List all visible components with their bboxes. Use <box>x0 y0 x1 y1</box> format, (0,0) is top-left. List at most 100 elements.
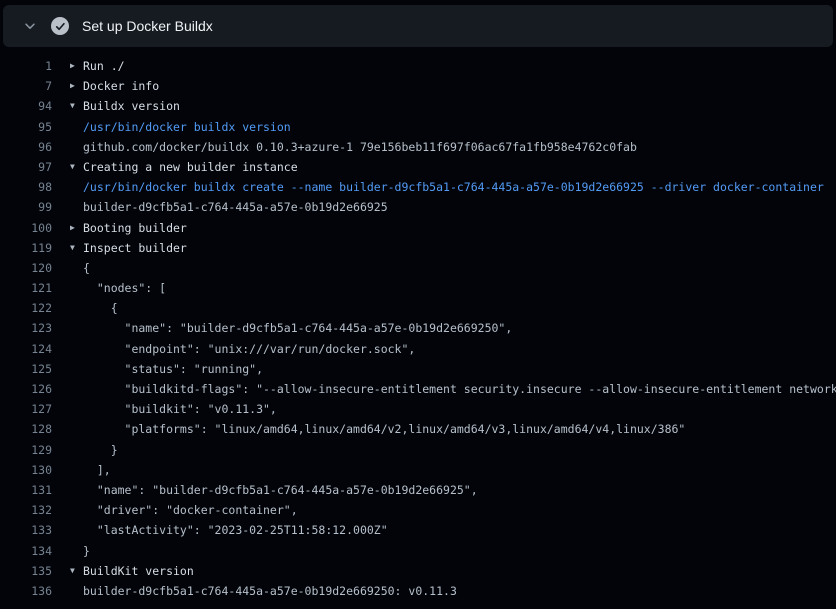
line-number[interactable]: 125 <box>0 359 52 379</box>
log-text: "name": "builder-d9cfb5a1-c764-445a-a57e… <box>83 318 512 338</box>
line-number[interactable]: 128 <box>0 419 52 439</box>
triangle-right-icon[interactable]: ▶ <box>70 76 83 96</box>
log-line[interactable]: 98 /usr/bin/docker buildx create --name … <box>0 177 836 197</box>
line-number[interactable]: 96 <box>0 137 52 157</box>
log-text: "buildkit": "v0.11.3", <box>83 399 277 419</box>
line-number[interactable]: 132 <box>0 500 52 520</box>
group-toggle-icon <box>70 278 83 298</box>
group-toggle-icon <box>70 399 83 419</box>
log-line[interactable]: 122 { <box>0 298 836 318</box>
log-line[interactable]: 128 "platforms": "linux/amd64,linux/amd6… <box>0 419 836 439</box>
line-number[interactable]: 127 <box>0 399 52 419</box>
triangle-down-icon[interactable]: ▼ <box>70 157 83 177</box>
log-line[interactable]: 7 ▶ Docker info <box>0 76 836 96</box>
group-toggle-icon <box>70 440 83 460</box>
log-line[interactable]: 121 "nodes": [ <box>0 278 836 298</box>
group-toggle-icon <box>70 117 83 137</box>
line-number[interactable]: 129 <box>0 440 52 460</box>
log-line[interactable]: 119 ▼ Inspect builder <box>0 238 836 258</box>
line-number[interactable]: 95 <box>0 117 52 137</box>
log-line[interactable]: 96 github.com/docker/buildx 0.10.3+azure… <box>0 137 836 157</box>
line-number[interactable]: 136 <box>0 581 52 601</box>
group-toggle-icon <box>70 460 83 480</box>
line-number[interactable]: 123 <box>0 318 52 338</box>
triangle-right-icon[interactable]: ▶ <box>70 56 83 76</box>
line-number[interactable]: 134 <box>0 541 52 561</box>
log-line[interactable]: 123 "name": "builder-d9cfb5a1-c764-445a-… <box>0 318 836 338</box>
group-toggle-icon <box>70 500 83 520</box>
line-number[interactable]: 135 <box>0 561 52 581</box>
log-line[interactable]: 100 ▶ Booting builder <box>0 218 836 238</box>
log-line[interactable]: 99 builder-d9cfb5a1-c764-445a-a57e-0b19d… <box>0 197 836 217</box>
line-number[interactable]: 124 <box>0 339 52 359</box>
line-number[interactable]: 99 <box>0 197 52 217</box>
group-toggle-icon <box>70 318 83 338</box>
group-toggle-icon <box>70 177 83 197</box>
line-number[interactable]: 131 <box>0 480 52 500</box>
log-line[interactable]: 133 "lastActivity": "2023-02-25T11:58:12… <box>0 520 836 540</box>
group-toggle-icon <box>70 419 83 439</box>
line-number[interactable]: 126 <box>0 379 52 399</box>
chevron-down-icon[interactable] <box>22 18 38 34</box>
log-line[interactable]: 97 ▼ Creating a new builder instance <box>0 157 836 177</box>
log-line[interactable]: 124 "endpoint": "unix:///var/run/docker.… <box>0 339 836 359</box>
log-text: { <box>83 298 118 318</box>
log-text: ], <box>83 460 111 480</box>
group-toggle-icon <box>70 581 83 601</box>
group-toggle-icon <box>70 359 83 379</box>
log-line[interactable]: 130 ], <box>0 460 836 480</box>
log-text: "driver": "docker-container", <box>83 500 298 520</box>
log-line[interactable]: 135 ▼ BuildKit version <box>0 561 836 581</box>
triangle-down-icon[interactable]: ▼ <box>70 238 83 258</box>
log-viewer: 1 ▶ Run ./ 7 ▶ Docker info 94 ▼ Buildx v… <box>0 47 836 601</box>
line-number[interactable]: 120 <box>0 258 52 278</box>
log-text: "buildkitd-flags": "--allow-insecure-ent… <box>83 379 836 399</box>
line-number[interactable]: 122 <box>0 298 52 318</box>
group-toggle-icon <box>70 197 83 217</box>
log-text: Creating a new builder instance <box>83 157 298 177</box>
group-toggle-icon <box>70 480 83 500</box>
log-line[interactable]: 129 } <box>0 440 836 460</box>
log-text: } <box>83 440 118 460</box>
line-number[interactable]: 98 <box>0 177 52 197</box>
log-line[interactable]: 120 { <box>0 258 836 278</box>
line-number[interactable]: 100 <box>0 218 52 238</box>
log-line[interactable]: 134 } <box>0 541 836 561</box>
triangle-down-icon[interactable]: ▼ <box>70 561 83 581</box>
line-number[interactable]: 133 <box>0 520 52 540</box>
line-number[interactable]: 1 <box>0 56 52 76</box>
step-header[interactable]: Set up Docker Buildx <box>3 5 833 47</box>
step-title: Set up Docker Buildx <box>82 18 213 34</box>
log-text: "endpoint": "unix:///var/run/docker.sock… <box>83 339 415 359</box>
group-toggle-icon <box>70 258 83 278</box>
line-number[interactable]: 94 <box>0 96 52 116</box>
log-line[interactable]: 136 builder-d9cfb5a1-c764-445a-a57e-0b19… <box>0 581 836 601</box>
log-text: Inspect builder <box>83 238 187 258</box>
line-number[interactable]: 130 <box>0 460 52 480</box>
line-number[interactable]: 7 <box>0 76 52 96</box>
log-line[interactable]: 94 ▼ Buildx version <box>0 96 836 116</box>
triangle-down-icon[interactable]: ▼ <box>70 96 83 116</box>
log-text: builder-d9cfb5a1-c764-445a-a57e-0b19d2e6… <box>83 197 388 217</box>
log-line[interactable]: 127 "buildkit": "v0.11.3", <box>0 399 836 419</box>
log-line[interactable]: 126 "buildkitd-flags": "--allow-insecure… <box>0 379 836 399</box>
log-line[interactable]: 131 "name": "builder-d9cfb5a1-c764-445a-… <box>0 480 836 500</box>
line-number[interactable]: 119 <box>0 238 52 258</box>
log-text: "status": "running", <box>83 359 263 379</box>
log-line[interactable]: 95 /usr/bin/docker buildx version <box>0 117 836 137</box>
log-text: "platforms": "linux/amd64,linux/amd64/v2… <box>83 419 685 439</box>
group-toggle-icon <box>70 339 83 359</box>
log-line[interactable]: 1 ▶ Run ./ <box>0 56 836 76</box>
log-text: "name": "builder-d9cfb5a1-c764-445a-a57e… <box>83 480 478 500</box>
group-toggle-icon <box>70 379 83 399</box>
log-line[interactable]: 132 "driver": "docker-container", <box>0 500 836 520</box>
line-number[interactable]: 121 <box>0 278 52 298</box>
group-toggle-icon <box>70 520 83 540</box>
log-text: Docker info <box>83 76 159 96</box>
log-text: github.com/docker/buildx 0.10.3+azure-1 … <box>83 137 637 157</box>
line-number[interactable]: 97 <box>0 157 52 177</box>
check-circle-icon <box>51 17 69 35</box>
log-line[interactable]: 125 "status": "running", <box>0 359 836 379</box>
triangle-right-icon[interactable]: ▶ <box>70 218 83 238</box>
log-text: BuildKit version <box>83 561 194 581</box>
